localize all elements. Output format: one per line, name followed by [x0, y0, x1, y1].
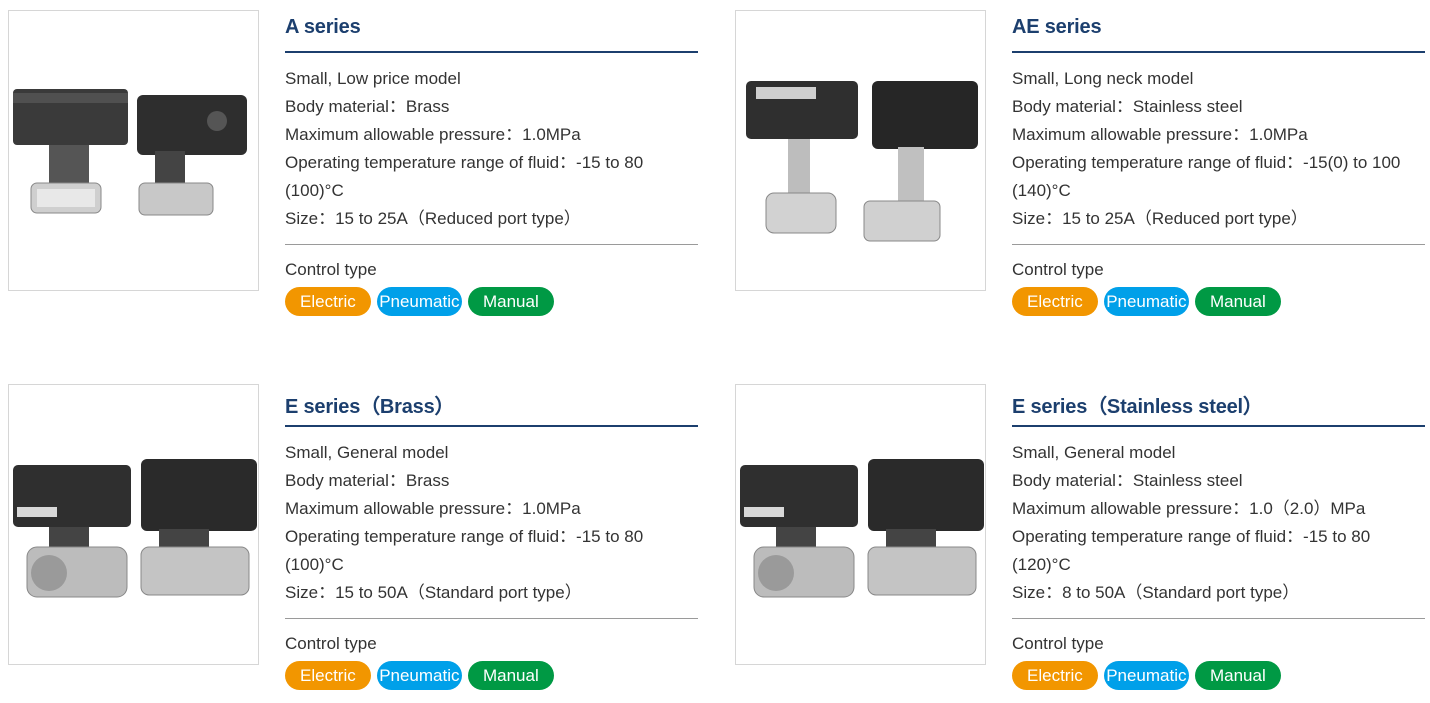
- product-card: A series Small, Low price model Body mat…: [8, 10, 698, 320]
- pneumatic-badge[interactable]: Pneumatic: [377, 287, 462, 316]
- control-type-badges: Electric Pneumatic Manual: [285, 287, 698, 317]
- spec-list: Small, General model Body material：Brass…: [285, 439, 698, 607]
- spec-line: Body material：Brass: [285, 97, 450, 116]
- electric-badge[interactable]: Electric: [285, 661, 371, 690]
- product-image[interactable]: [8, 384, 259, 665]
- manual-badge[interactable]: Manual: [1194, 287, 1281, 316]
- spec-line: Body material：Stainless steel: [1012, 471, 1243, 490]
- title-divider: [285, 425, 698, 427]
- valve-photo-icon: [13, 89, 247, 216]
- section-divider: [1012, 618, 1425, 619]
- spec-list: Small, Low price model Body material：Bra…: [285, 65, 698, 233]
- spec-line: Size：15 to 50A（Standard port type）: [285, 583, 582, 602]
- pneumatic-badge[interactable]: Pneumatic: [1104, 661, 1189, 690]
- valve-photo-icon: [740, 459, 984, 598]
- electric-badge[interactable]: Electric: [1012, 287, 1098, 316]
- product-image[interactable]: [735, 384, 986, 665]
- spec-line: Maximum allowable pressure：1.0MPa: [285, 499, 581, 518]
- valve-photo-icon: [746, 81, 978, 242]
- product-title[interactable]: A series: [285, 10, 698, 46]
- spec-line: (140)°C: [1012, 181, 1071, 200]
- control-type-badges: Electric Pneumatic Manual: [1012, 661, 1425, 691]
- control-type-label: Control type: [1012, 634, 1104, 653]
- spec-line: Small, General model: [285, 443, 449, 462]
- title-divider: [285, 51, 698, 53]
- spec-line: Operating temperature range of fluid：-15…: [285, 153, 644, 172]
- spec-line: Small, Low price model: [285, 69, 461, 88]
- product-card: E series（Stainless steel） Small, General…: [735, 384, 1425, 694]
- section-divider: [285, 618, 698, 619]
- spec-line: Body material：Stainless steel: [1012, 97, 1243, 116]
- product-image[interactable]: [735, 10, 986, 291]
- control-type-label: Control type: [285, 260, 377, 279]
- product-card: AE series Small, Long neck model Body ma…: [735, 10, 1425, 320]
- spec-line: (120)°C: [1012, 555, 1071, 574]
- pneumatic-badge[interactable]: Pneumatic: [1104, 287, 1189, 316]
- product-title[interactable]: E series（Stainless steel）: [1012, 384, 1425, 420]
- spec-line: Small, General model: [1012, 443, 1176, 462]
- electric-badge[interactable]: Electric: [1012, 661, 1098, 690]
- spec-line: Size：15 to 25A（Reduced port type）: [285, 209, 581, 228]
- spec-line: Small, Long neck model: [1012, 69, 1194, 88]
- manual-badge[interactable]: Manual: [467, 661, 554, 690]
- spec-list: Small, Long neck model Body material：Sta…: [1012, 65, 1425, 233]
- product-title[interactable]: E series（Brass）: [285, 384, 698, 420]
- title-divider: [1012, 51, 1425, 53]
- pneumatic-badge[interactable]: Pneumatic: [377, 661, 462, 690]
- spec-line: (100)°C: [285, 555, 344, 574]
- spec-line: (100)°C: [285, 181, 344, 200]
- product-image[interactable]: [8, 10, 259, 291]
- manual-badge[interactable]: Manual: [1194, 661, 1281, 690]
- spec-line: Maximum allowable pressure：1.0MPa: [1012, 125, 1308, 144]
- spec-line: Maximum allowable pressure：1.0MPa: [285, 125, 581, 144]
- spec-list: Small, General model Body material：Stain…: [1012, 439, 1425, 607]
- electric-badge[interactable]: Electric: [285, 287, 371, 316]
- section-divider: [285, 244, 698, 245]
- valve-photo-icon: [13, 459, 257, 598]
- title-divider: [1012, 425, 1425, 427]
- spec-line: Operating temperature range of fluid：-15…: [1012, 527, 1371, 546]
- spec-line: Operating temperature range of fluid：-15…: [1012, 153, 1401, 172]
- section-divider: [1012, 244, 1425, 245]
- spec-line: Size：8 to 50A（Standard port type）: [1012, 583, 1300, 602]
- spec-line: Size：15 to 25A（Reduced port type）: [1012, 209, 1308, 228]
- product-card: E series（Brass） Small, General model Bod…: [8, 384, 698, 694]
- manual-badge[interactable]: Manual: [467, 287, 554, 316]
- control-type-badges: Electric Pneumatic Manual: [285, 661, 698, 691]
- control-type-label: Control type: [1012, 260, 1104, 279]
- product-title[interactable]: AE series: [1012, 10, 1425, 46]
- spec-line: Maximum allowable pressure：1.0（2.0）MPa: [1012, 499, 1366, 518]
- spec-line: Operating temperature range of fluid：-15…: [285, 527, 644, 546]
- control-type-badges: Electric Pneumatic Manual: [1012, 287, 1425, 317]
- control-type-label: Control type: [285, 634, 377, 653]
- spec-line: Body material：Brass: [285, 471, 450, 490]
